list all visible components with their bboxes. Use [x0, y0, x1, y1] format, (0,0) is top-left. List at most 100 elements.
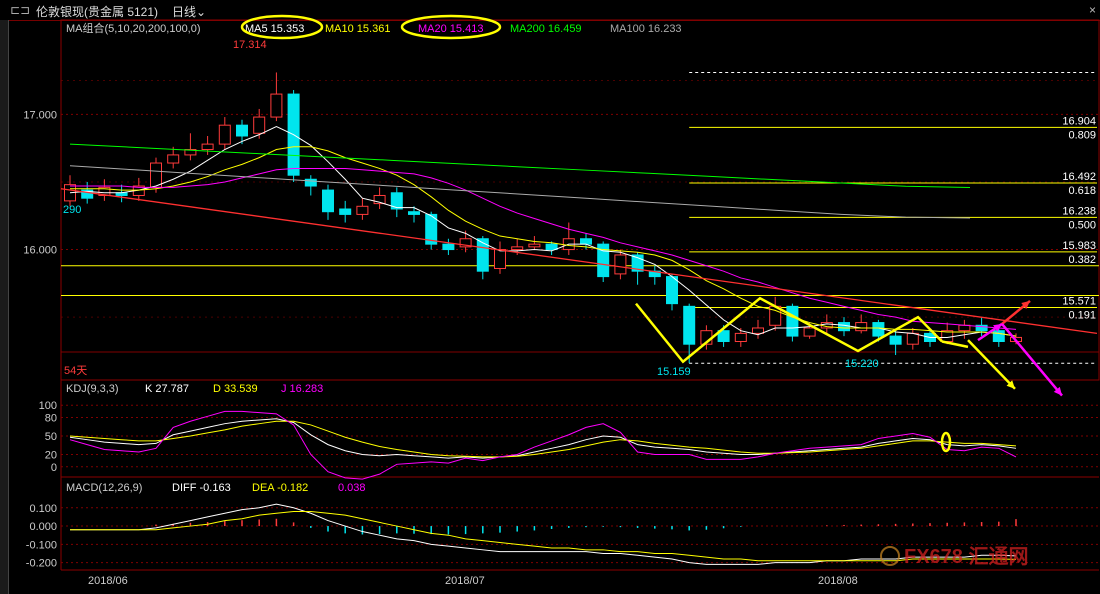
- macd-line-diff: [70, 503, 1017, 565]
- fib-price-label: 16.238: [1062, 205, 1096, 217]
- candle-body: [614, 254, 627, 275]
- candle-body: [838, 322, 850, 332]
- fib-ratio-label: 0.809: [1068, 129, 1096, 141]
- ma5-label: MA5 15.353: [245, 23, 304, 35]
- kdj-d-label: D 33.539: [213, 383, 258, 395]
- kdj-j-label: J 16.283: [281, 383, 323, 395]
- candle-body: [339, 208, 352, 215]
- low1-annotation: 15.159: [657, 366, 691, 378]
- candle-body: [476, 238, 489, 272]
- kdj-line-j: [69, 410, 1017, 480]
- ma-line-ma5: [69, 125, 1017, 338]
- trendline-group: [60, 188, 1098, 335]
- fib-price-label: 15.571: [1062, 296, 1096, 308]
- kdj-k-label: K 27.787: [145, 383, 189, 395]
- macd-y-ticks: 0.100 0.000 -0.100 -0.200: [26, 503, 57, 570]
- ma10-label: MA10 15.361: [325, 23, 390, 35]
- ma20-label: MA20 15.413: [418, 23, 483, 35]
- macd-tick-label: 0.000: [29, 521, 57, 533]
- macd-line-dea: [70, 510, 1017, 562]
- candle-body: [270, 93, 283, 118]
- days-annotation: 54天: [64, 365, 87, 377]
- circle-annotations: [240, 14, 952, 453]
- high-annotation: 17.314: [233, 39, 267, 51]
- ma-line-ma200: [69, 143, 971, 189]
- watermark-text: FX678 汇通网: [904, 545, 1028, 568]
- price-y-ticks: 17.000 16.000: [23, 109, 57, 256]
- kdj-y-ticks: 10080 50 200: [39, 400, 57, 474]
- watermark: FX678 汇通网: [880, 545, 1028, 568]
- candle-body: [906, 332, 919, 345]
- candle-body: [494, 249, 506, 269]
- watermark-logo: [880, 546, 900, 566]
- projection-arrows: [967, 299, 1063, 397]
- fib-price-label: 15.983: [1062, 240, 1096, 252]
- candle-body: [201, 143, 214, 151]
- macd-dea-label: DEA -0.182: [252, 482, 308, 494]
- kdj-line-k: [69, 418, 1017, 459]
- candle-body: [683, 305, 696, 345]
- date-tick-jun: 2018/06: [88, 575, 128, 587]
- fib-ratio-label: 0.191: [1068, 310, 1096, 322]
- price-panel-frame: [60, 19, 1100, 381]
- zigzag-tail: [941, 340, 969, 349]
- candle-body: [408, 211, 420, 215]
- kdj-tick-label: 80: [45, 413, 57, 425]
- candle-body: [958, 324, 971, 332]
- ma200-label: MA200 16.459: [510, 23, 582, 35]
- trendline: [60, 188, 1098, 335]
- candle-body: [356, 205, 369, 215]
- candle-body: [236, 124, 248, 137]
- macd-diff-label: DIFF -0.163: [172, 482, 231, 494]
- chart-canvas: 17.000 16.000 10080 50 200 0.100 0.000 -0.100…: [23, 14, 1100, 587]
- candle-body: [167, 154, 180, 164]
- candle-body: [889, 335, 902, 345]
- candle-body: [803, 327, 816, 337]
- kdj-label: KDJ(9,3,3): [66, 383, 119, 395]
- macd-label: MACD(12,26,9): [66, 482, 142, 494]
- date-tick-jul: 2018/07: [445, 575, 485, 587]
- low2-annotation: 15.220: [845, 358, 879, 370]
- kdj-tick-label: 0: [51, 462, 57, 474]
- candle-body: [218, 124, 231, 145]
- arrow-yellow-down: [967, 339, 1016, 390]
- macd-tick-label: -0.200: [26, 558, 57, 570]
- price-tick-label: 17.000: [23, 109, 57, 121]
- fib-ratio-label: 0.382: [1068, 254, 1096, 266]
- candle-body: [253, 116, 266, 134]
- candle-body: [511, 246, 524, 251]
- kdj-tick-label: 20: [45, 449, 57, 461]
- candle-body: [528, 243, 541, 248]
- fib-ratio-label: 0.500: [1068, 219, 1096, 231]
- macd-group: [70, 503, 1017, 565]
- left-value-annotation: 290: [63, 204, 81, 216]
- candle-body: [786, 305, 799, 337]
- candle-body: [855, 322, 868, 332]
- macd-value-label: 0.038: [338, 482, 366, 494]
- fib-price-label: 16.492: [1062, 171, 1096, 183]
- macd-tick-label: -0.100: [26, 539, 57, 551]
- fibonacci-lines: 16.904 0.809 16.492 0.618 16.238 0.500 15.983 0…: [689, 115, 1097, 322]
- candle-body: [734, 332, 747, 342]
- candle-body: [992, 330, 1005, 342]
- candle-body: [580, 238, 592, 245]
- kdj-tick-label: 50: [45, 431, 57, 443]
- ma-line-ma100: [69, 165, 971, 219]
- fib-price-label: 16.904: [1062, 115, 1096, 127]
- ma-combo-label: MA组合(5,10,20,200,100,0): [66, 21, 201, 35]
- candle-body: [545, 243, 558, 251]
- ma-lines: [69, 125, 1017, 338]
- kdj-tick-label: 100: [39, 400, 57, 412]
- date-tick-aug: 2018/08: [818, 575, 858, 587]
- candle-body: [150, 162, 162, 188]
- ma-line-ma20: [70, 167, 1017, 330]
- candle-body: [752, 327, 764, 334]
- kdj-lines: [69, 410, 1017, 480]
- candle-body: [322, 189, 334, 213]
- candle-body: [442, 243, 455, 251]
- price-tick-label: 16.000: [23, 245, 57, 257]
- ma100-label: MA100 16.233: [610, 23, 682, 35]
- fib-ratio-label: 0.618: [1068, 185, 1096, 197]
- macd-tick-label: 0.100: [29, 503, 57, 515]
- candle-body: [666, 276, 678, 305]
